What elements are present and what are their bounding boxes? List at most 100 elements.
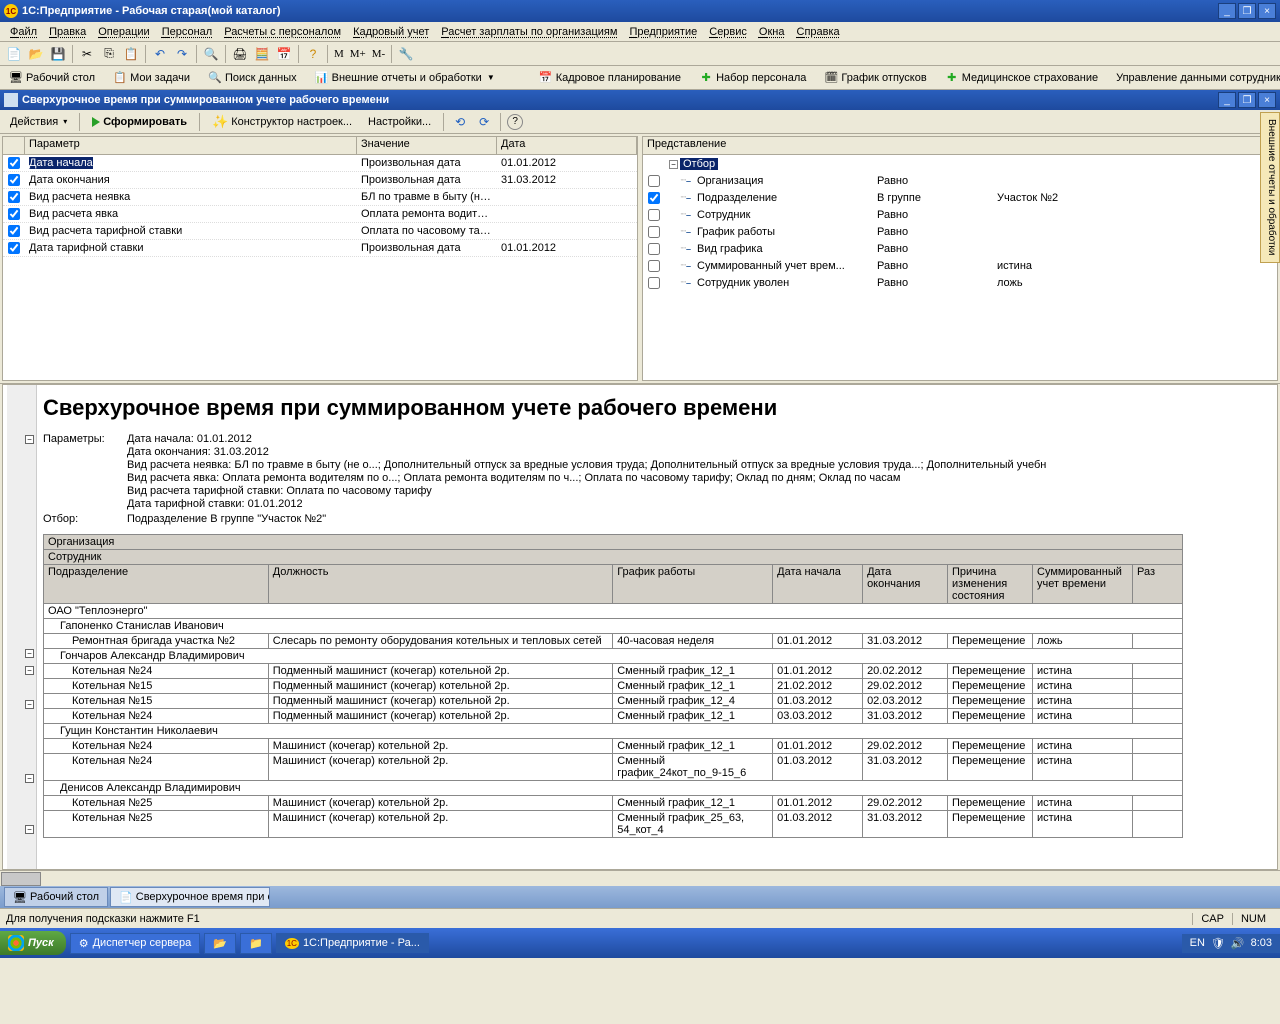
tray-lang[interactable]: EN: [1190, 937, 1205, 949]
m-minus-button[interactable]: M-: [370, 48, 387, 60]
param-row[interactable]: Вид расчета неявка БЛ по травме в быту (…: [3, 189, 637, 206]
param-row[interactable]: Вид расчета тарифной ставки Оплата по ча…: [3, 223, 637, 240]
help-icon-2[interactable]: ?: [507, 114, 523, 130]
new-icon[interactable]: 📄: [4, 44, 24, 64]
settings-constructor-button[interactable]: ✨Конструктор настроек...: [206, 112, 358, 132]
filter-row[interactable]: ┈– Сотрудник уволен Равно ложь: [643, 274, 1277, 291]
filter-checkbox[interactable]: [648, 209, 660, 221]
nav-vacation[interactable]: 🗓График отпусков: [819, 69, 931, 87]
wtab-desktop[interactable]: 🖥Рабочий стол: [4, 887, 108, 907]
menu-help[interactable]: Справка: [791, 24, 846, 40]
task-1c[interactable]: 1C1С:Предприятие - Ра...: [276, 933, 429, 953]
copy-icon[interactable]: ⎘: [99, 44, 119, 64]
nav-recruitment[interactable]: ✚Набор персонала: [694, 69, 811, 87]
nav-hr-planning[interactable]: 📅Кадровое планирование: [534, 69, 686, 87]
data-row[interactable]: Котельная №24 Подменный машинист (кочега…: [44, 664, 1183, 679]
menu-edit[interactable]: Правка: [43, 24, 92, 40]
filter-row[interactable]: ┈– Организация Равно: [643, 172, 1277, 189]
outline-collapse-icon[interactable]: −: [25, 700, 34, 709]
data-row[interactable]: Котельная №15 Подменный машинист (кочега…: [44, 679, 1183, 694]
param-row[interactable]: Дата окончания Произвольная дата 31.03.2…: [3, 172, 637, 189]
data-row[interactable]: Котельная №24 Машинист (кочегар) котельн…: [44, 739, 1183, 754]
tools-icon[interactable]: 🔧: [396, 44, 416, 64]
paste-icon[interactable]: 📋: [121, 44, 141, 64]
menu-enterprise[interactable]: Предприятие: [623, 24, 703, 40]
filter-row[interactable]: ┈– Вид графика Равно: [643, 240, 1277, 257]
tray-icon[interactable]: 🔊: [1231, 937, 1245, 950]
param-checkbox[interactable]: [8, 174, 20, 186]
param-row[interactable]: Дата начала Произвольная дата 01.01.2012: [3, 155, 637, 172]
filter-checkbox[interactable]: [648, 260, 660, 272]
filter-row[interactable]: ┈– Подразделение В группе Участок №2: [643, 189, 1277, 206]
redo-icon[interactable]: ↷: [172, 44, 192, 64]
nav-tasks[interactable]: 📋Мои задачи: [108, 69, 195, 87]
nav-emp-data[interactable]: Управление данными сотрудника▼: [1111, 70, 1280, 86]
filter-checkbox[interactable]: [648, 243, 660, 255]
filter-row[interactable]: ┈– Суммированный учет врем... Равно исти…: [643, 257, 1277, 274]
nav-medical[interactable]: ✚Медицинское страхование: [940, 69, 1103, 87]
wtab-document[interactable]: 📄Сверхурочное время при су...: [110, 887, 270, 907]
outline-collapse-icon[interactable]: −: [25, 649, 34, 658]
filter-root-row[interactable]: −Отбор: [643, 155, 1277, 172]
actions-dropdown[interactable]: Действия▾: [4, 114, 73, 130]
tray-clock[interactable]: 8:03: [1251, 937, 1272, 949]
start-button[interactable]: Пуск: [0, 931, 66, 955]
tool-b2-icon[interactable]: ⟳: [474, 112, 494, 132]
filter-row[interactable]: ┈– График работы Равно: [643, 223, 1277, 240]
settings-button[interactable]: Настройки...: [362, 114, 437, 130]
m-plus-button[interactable]: M+: [348, 48, 368, 60]
outline-collapse-icon[interactable]: −: [25, 825, 34, 834]
generate-button[interactable]: Сформировать: [86, 114, 193, 130]
filter-checkbox[interactable]: [648, 226, 660, 238]
print-icon[interactable]: 🖨: [230, 44, 250, 64]
collapse-icon[interactable]: −: [669, 160, 678, 169]
menu-service[interactable]: Сервис: [703, 24, 753, 40]
nav-desktop[interactable]: 🖥Рабочий стол: [4, 69, 100, 87]
filter-row[interactable]: ┈– Сотрудник Равно: [643, 206, 1277, 223]
tool-b1-icon[interactable]: ⟲: [450, 112, 470, 132]
system-tray[interactable]: EN 🛡 🔊 8:03: [1182, 934, 1280, 953]
doc-maximize-button[interactable]: ❐: [1238, 92, 1256, 108]
cut-icon[interactable]: ✂: [77, 44, 97, 64]
menu-file[interactable]: Файл: [4, 24, 43, 40]
filter-checkbox[interactable]: [648, 277, 660, 289]
outline-collapse-icon[interactable]: −: [25, 666, 34, 675]
outline-collapse-icon[interactable]: −: [25, 435, 34, 444]
param-checkbox[interactable]: [8, 157, 20, 169]
param-row[interactable]: Вид расчета явка Оплата ремонта водителя…: [3, 206, 637, 223]
data-row[interactable]: Котельная №24 Машинист (кочегар) котельн…: [44, 754, 1183, 781]
calendar-icon[interactable]: 📅: [274, 44, 294, 64]
task-folder[interactable]: 📁: [240, 933, 272, 954]
calc-icon[interactable]: 🧮: [252, 44, 272, 64]
menu-payroll-calc[interactable]: Расчеты с персоналом: [218, 24, 347, 40]
outline-collapse-icon[interactable]: −: [25, 774, 34, 783]
doc-minimize-button[interactable]: _: [1218, 92, 1236, 108]
undo-icon[interactable]: ↶: [150, 44, 170, 64]
data-row[interactable]: Котельная №24 Подменный машинист (кочега…: [44, 709, 1183, 724]
data-row[interactable]: Котельная №25 Машинист (кочегар) котельн…: [44, 811, 1183, 838]
menu-personnel[interactable]: Персонал: [156, 24, 219, 40]
param-checkbox[interactable]: [8, 242, 20, 254]
menu-windows[interactable]: Окна: [753, 24, 791, 40]
find-icon[interactable]: 🔍: [201, 44, 221, 64]
close-button[interactable]: ×: [1258, 3, 1276, 19]
param-checkbox[interactable]: [8, 225, 20, 237]
tray-icon[interactable]: 🛡: [1211, 937, 1225, 950]
m-button[interactable]: M: [332, 48, 346, 60]
param-checkbox[interactable]: [8, 191, 20, 203]
menu-hr[interactable]: Кадровый учет: [347, 24, 435, 40]
horizontal-scrollbar[interactable]: [0, 870, 1280, 886]
report-area[interactable]: − − − − − − Сверхурочное время при сумми…: [2, 384, 1278, 870]
data-row[interactable]: Котельная №15 Подменный машинист (кочега…: [44, 694, 1183, 709]
filter-checkbox[interactable]: [648, 192, 660, 204]
task-explorer[interactable]: 📂: [204, 933, 236, 954]
filter-checkbox[interactable]: [648, 175, 660, 187]
menu-operations[interactable]: Операции: [92, 24, 155, 40]
help-icon[interactable]: ?: [303, 44, 323, 64]
save-icon[interactable]: 💾: [48, 44, 68, 64]
minimize-button[interactable]: _: [1218, 3, 1236, 19]
task-server-manager[interactable]: ⚙Диспетчер сервера: [70, 933, 201, 954]
param-row[interactable]: Дата тарифной ставки Произвольная дата 0…: [3, 240, 637, 257]
open-icon[interactable]: 📂: [26, 44, 46, 64]
menu-salary-org[interactable]: Расчет зарплаты по организациям: [435, 24, 623, 40]
